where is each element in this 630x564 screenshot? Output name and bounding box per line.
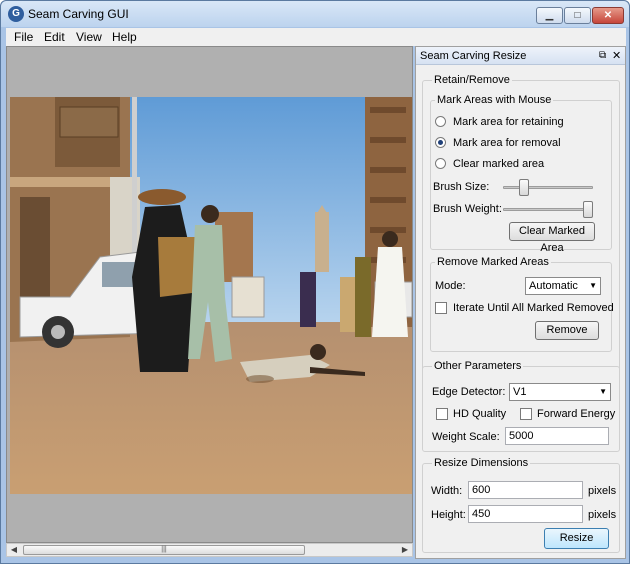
brush-size-label: Brush Size: [433, 181, 490, 193]
menu-edit[interactable]: Edit [44, 30, 65, 44]
close-button[interactable]: ✕ [592, 7, 624, 24]
brush-weight-slider[interactable] [503, 208, 593, 211]
chevron-down-icon: ▼ [599, 387, 607, 396]
mode-label: Mode: [435, 280, 466, 292]
edge-detector-label: Edge Detector: [432, 386, 506, 398]
radio-removal[interactable] [435, 137, 446, 148]
menu-help[interactable]: Help [112, 30, 137, 44]
height-label: Height: [431, 509, 466, 521]
menu-file[interactable]: File [14, 30, 33, 44]
edge-detector-select[interactable]: V1 ▼ [509, 383, 611, 401]
mark-areas-group: Mark Areas with Mouse Mark area for reta… [430, 94, 612, 254]
maximize-button[interactable]: □ [564, 7, 591, 24]
iterate-checkbox[interactable] [435, 302, 447, 314]
street-scene-illustration [10, 97, 412, 494]
radio-clear[interactable] [435, 158, 446, 169]
clear-marked-area-button[interactable]: Clear Marked Area [509, 222, 595, 254]
width-label: Width: [431, 485, 463, 497]
retain-remove-group: Retain/Remove Mark Areas with Mouse Mark… [422, 74, 620, 402]
panel-title: Seam Carving Resize [420, 50, 527, 62]
close-icon[interactable]: ✕ [612, 49, 621, 62]
window-title: Seam Carving GUI [28, 7, 129, 21]
remove-marked-group: Remove Marked Areas Mode: Automatic ▼ It… [430, 256, 614, 352]
remove-button[interactable]: Remove [535, 321, 599, 340]
float-icon[interactable]: ⧉ [599, 50, 606, 61]
remove-marked-title: Remove Marked Areas [435, 256, 551, 268]
chevron-down-icon: ▼ [589, 281, 597, 290]
resize-button[interactable]: Resize [544, 528, 609, 549]
mode-value: Automatic [529, 280, 578, 292]
app-window: G Seam Carving GUI ▁ □ ✕ File Edit View … [0, 0, 630, 564]
height-unit: pixels [588, 509, 617, 521]
brush-size-thumb[interactable] [519, 179, 529, 196]
scroll-right-icon[interactable]: ▶ [398, 544, 412, 556]
other-parameters-group: Other Parameters Edge Detector: V1 ▼ HD … [422, 360, 620, 452]
minimize-button[interactable]: ▁ [536, 7, 563, 24]
forward-energy-label: Forward Energy [537, 408, 616, 420]
edge-detector-value: V1 [513, 386, 527, 398]
brush-weight-thumb[interactable] [583, 201, 593, 218]
panel-header: Seam Carving Resize ⧉ ✕ [416, 47, 625, 65]
scroll-left-icon[interactable]: ◀ [7, 544, 21, 556]
mark-areas-title: Mark Areas with Mouse [435, 94, 554, 106]
resize-dimensions-title: Resize Dimensions [432, 457, 531, 469]
brush-weight-label: Brush Weight: [433, 203, 502, 215]
app-icon: G [8, 6, 24, 22]
menu-view[interactable]: View [76, 30, 102, 44]
width-unit: pixels [588, 485, 617, 497]
seam-carving-panel: Seam Carving Resize ⧉ ✕ Retain/Remove Ma… [415, 46, 626, 559]
forward-energy-checkbox[interactable] [520, 408, 532, 420]
title-bar[interactable]: G Seam Carving GUI ▁ □ ✕ [1, 1, 629, 27]
brush-size-slider[interactable] [503, 186, 593, 189]
height-input[interactable]: 450 [468, 505, 583, 523]
horizontal-scrollbar[interactable]: ◀ ||| ▶ [6, 543, 413, 557]
iterate-label: Iterate Until All Marked Removed [453, 302, 614, 314]
street-scene-image[interactable] [10, 97, 412, 494]
retain-remove-title: Retain/Remove [432, 74, 512, 86]
hd-quality-label: HD Quality [453, 408, 507, 420]
radio-retain-label: Mark area for retaining [453, 116, 564, 128]
image-canvas[interactable] [6, 46, 413, 543]
scrollbar-thumb[interactable]: ||| [23, 545, 305, 555]
menu-bar: File Edit View Help [6, 28, 626, 46]
radio-removal-label: Mark area for removal [453, 137, 561, 149]
resize-dimensions-group: Resize Dimensions Width: 600 pixels Heig… [422, 457, 620, 553]
radio-retain[interactable] [435, 116, 446, 127]
mode-select[interactable]: Automatic ▼ [525, 277, 601, 295]
weight-scale-input[interactable]: 5000 [505, 427, 609, 445]
hd-quality-checkbox[interactable] [436, 408, 448, 420]
weight-scale-label: Weight Scale: [432, 431, 500, 443]
width-input[interactable]: 600 [468, 481, 583, 499]
other-parameters-title: Other Parameters [432, 360, 524, 372]
radio-clear-label: Clear marked area [453, 158, 545, 170]
